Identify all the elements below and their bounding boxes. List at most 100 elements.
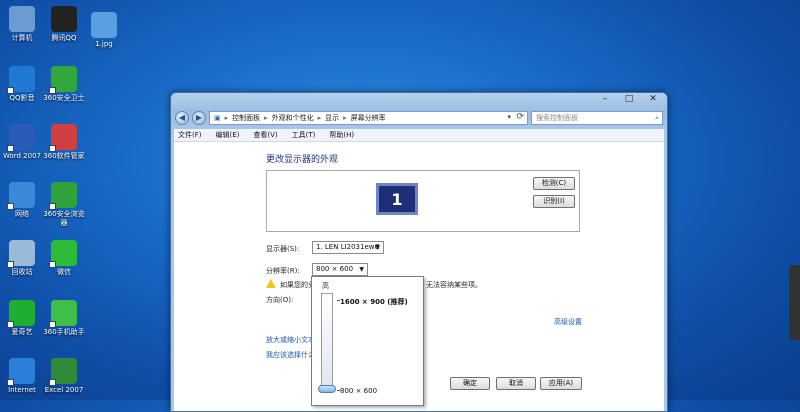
chevron-down-icon: ▼ <box>359 266 364 273</box>
desktop-shortcut[interactable]: 计算机 <box>0 6 44 43</box>
desktop-shortcut[interactable]: 微信 <box>42 240 86 277</box>
page-title: 更改显示器的外观 <box>266 155 339 165</box>
360-software-icon <box>49 124 77 152</box>
resolution-slider-thumb[interactable] <box>318 385 336 393</box>
desktop-shortcut[interactable]: 爱奇艺 <box>0 300 44 337</box>
maximize-button[interactable]: □ <box>623 94 635 104</box>
desktop-shortcut[interactable]: 回收站 <box>0 240 44 277</box>
computer-icon <box>9 6 35 32</box>
high-label: 高 <box>322 282 329 290</box>
qq-icon <box>51 6 77 32</box>
desktop-shortcut-label: 360手机助手 <box>43 328 85 336</box>
image-file-icon <box>91 12 117 38</box>
wechat-icon <box>49 240 77 268</box>
desktop-shortcut-label: 腾讯QQ <box>51 34 77 42</box>
breadcrumb-item[interactable]: 屏幕分辨率 <box>351 113 386 123</box>
monitor-number: 1 <box>391 189 403 209</box>
desktop-shortcut-label: 360安全卫士 <box>43 94 85 102</box>
desktop-shortcut[interactable]: 腾讯QQ <box>42 6 86 43</box>
search-placeholder: 搜索控制面板 <box>536 114 578 122</box>
search-icon: ⌕ <box>655 114 659 122</box>
resolution-label: 分辨率(R): <box>266 267 300 275</box>
menu-tools[interactable]: 工具(T) <box>292 130 316 140</box>
menu-edit[interactable]: 编辑(E) <box>216 130 240 140</box>
help-link[interactable]: 我应该选择什么 <box>266 350 315 360</box>
cancel-button[interactable]: 取消 <box>496 377 536 390</box>
desktop-shortcut-label: 计算机 <box>11 34 33 42</box>
ok-button[interactable]: 确定 <box>450 377 490 390</box>
desktop-shortcut-label: 360软件管家 <box>43 152 85 160</box>
refresh-icon[interactable]: ⟳ <box>516 112 524 122</box>
desktop-shortcut[interactable]: QQ影音 <box>0 66 44 103</box>
qq-player-icon <box>7 66 35 94</box>
desktop-shortcut[interactable]: 360软件管家 <box>42 124 86 161</box>
breadcrumb-separator: ▸ <box>343 114 347 122</box>
window-controls: – □ ✕ <box>599 94 659 104</box>
resolution-select[interactable]: 800 × 600 ▼ <box>312 263 368 276</box>
desktop-shortcut-label: Word 2007 <box>2 152 42 160</box>
search-input[interactable]: 搜索控制面板 ⌕ <box>531 111 663 125</box>
desktop-shortcut[interactable]: 360手机助手 <box>42 300 86 337</box>
back-arrow-icon[interactable]: ◀ <box>175 111 189 125</box>
recycle-bin-icon <box>7 240 35 268</box>
resolution-slider-track[interactable] <box>321 293 333 393</box>
desktop-shortcut[interactable]: 360安全卫士 <box>42 66 86 103</box>
desktop-shortcut-label: 爱奇艺 <box>11 328 33 336</box>
resolution-option-1600x900[interactable]: 1600 × 900 (推荐) <box>340 297 408 307</box>
menu-view[interactable]: 查看(V) <box>253 130 277 140</box>
menu-file[interactable]: 文件(F) <box>178 130 202 140</box>
display-label: 显示器(S): <box>266 245 300 253</box>
breadcrumb-item[interactable]: 显示 <box>325 113 339 123</box>
desktop-shortcut-label: 网络 <box>15 210 29 218</box>
resolution-value: 800 × 600 <box>316 265 354 273</box>
monitor-icon[interactable]: 1 <box>376 183 418 215</box>
network-icon <box>7 182 35 210</box>
identify-button[interactable]: 识别(I) <box>533 195 575 208</box>
display-value: 1. LEN LI2031ewC <box>316 243 380 251</box>
desktop-shortcut[interactable]: 1.jpg <box>82 12 126 49</box>
chevron-down-icon: ▼ <box>375 244 380 251</box>
desktop-shortcut-label: 回收站 <box>11 268 33 276</box>
side-gadget[interactable] <box>789 265 800 340</box>
resolution-option-800x600[interactable]: 800 × 600 <box>340 387 377 395</box>
breadcrumb-separator: ▸ <box>317 114 322 122</box>
advanced-settings-link[interactable]: 高级设置 <box>554 317 582 327</box>
desktop-shortcut[interactable]: 网络 <box>0 182 44 219</box>
desktop-shortcut-label: 微信 <box>57 268 71 276</box>
excel-icon <box>49 358 77 386</box>
control-panel-icon: ▣ <box>214 114 221 122</box>
ie-icon <box>7 358 35 386</box>
menu-bar: 文件(F) 编辑(E) 查看(V) 工具(T) 帮助(H) <box>174 129 664 142</box>
breadcrumb-separator: ▸ <box>264 114 268 122</box>
desktop-shortcut-label: 1.jpg <box>95 40 113 48</box>
warning-text-start: 如果您的分 <box>280 281 315 289</box>
minimize-button[interactable]: – <box>599 94 611 104</box>
menu-help[interactable]: 帮助(H) <box>329 130 354 140</box>
desktop-shortcut[interactable]: 360安全浏览器 <box>42 182 86 228</box>
word-icon <box>7 124 35 152</box>
display-select[interactable]: 1. LEN LI2031ewC ▼ <box>312 241 384 254</box>
address-bar[interactable]: ▣ ▸ 控制面板 ▸ 外观和个性化 ▸ 显示 ▸ 屏幕分辨率 ▾ ⟳ <box>209 111 528 125</box>
monitor-preview: 1 检测(C) 识别(I) <box>266 170 580 232</box>
desktop-shortcut-label: Internet <box>8 386 36 394</box>
breadcrumb-item[interactable]: 控制面板 <box>232 113 260 123</box>
orientation-label: 方向(O): <box>266 296 294 304</box>
detect-button[interactable]: 检测(C) <box>533 177 575 190</box>
desktop-shortcut[interactable]: Excel 2007 <box>42 358 86 395</box>
navigation-bar: ◀ ▶ ▣ ▸ 控制面板 ▸ 外观和个性化 ▸ 显示 ▸ 屏幕分辨率 ▾ ⟳ 搜… <box>175 110 663 126</box>
desktop-shortcut[interactable]: Word 2007 <box>0 124 44 161</box>
breadcrumb-item[interactable]: 外观和个性化 <box>272 113 314 123</box>
360-phone-icon <box>49 300 77 328</box>
360-safe-icon <box>49 66 77 94</box>
breadcrumb-separator: ▸ <box>224 114 229 122</box>
desktop-shortcut[interactable]: Internet <box>0 358 44 395</box>
apply-button[interactable]: 应用(A) <box>540 377 582 390</box>
warning-icon <box>266 279 276 288</box>
resolution-dropdown: 高 1600 × 900 (推荐) 800 × 600 <box>311 276 424 406</box>
close-button[interactable]: ✕ <box>647 94 659 104</box>
chevron-down-icon[interactable]: ▾ <box>507 113 511 121</box>
desktop-shortcut-label: Excel 2007 <box>44 386 84 394</box>
360-browser-icon <box>49 182 77 210</box>
forward-arrow-icon[interactable]: ▶ <box>192 111 206 125</box>
text-size-link[interactable]: 放大或缩小文本 <box>266 335 315 345</box>
